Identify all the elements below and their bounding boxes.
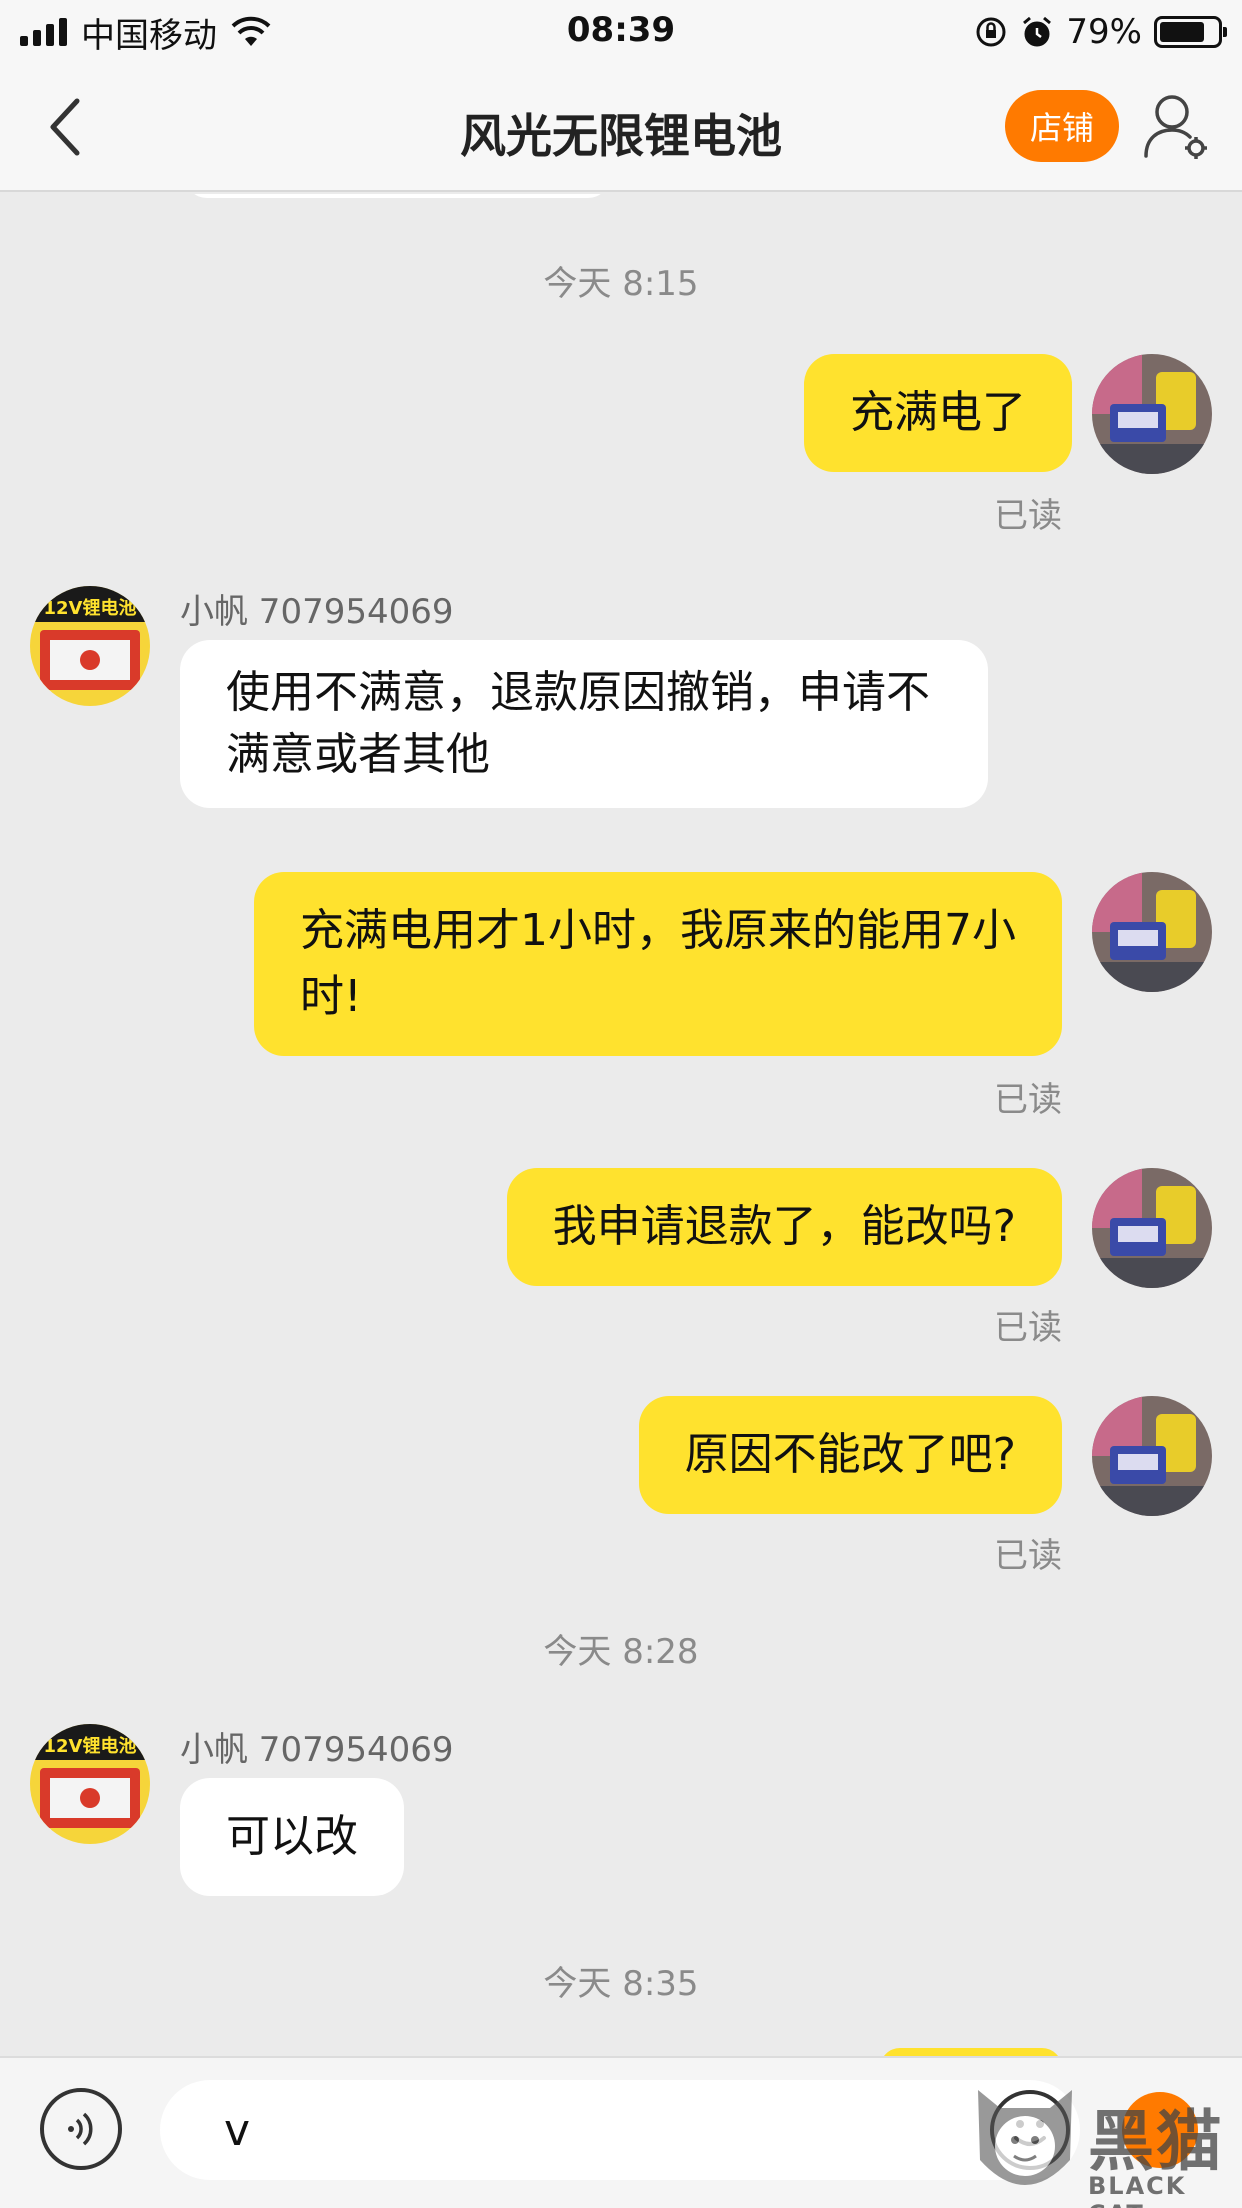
read-status: 已读 — [994, 1536, 1062, 1576]
read-status: 已读 — [994, 1080, 1062, 1120]
battery-fill — [1160, 22, 1205, 42]
timestamp: 今天 8:15 — [543, 264, 699, 304]
shop-button[interactable]: 店铺 — [1005, 90, 1119, 162]
user-avatar-image — [1092, 1168, 1212, 1288]
message-bubble-other[interactable]: 可以改 — [180, 1778, 404, 1896]
user-avatar[interactable] — [1092, 1168, 1212, 1288]
user-avatar-image — [1092, 1396, 1212, 1516]
user-settings-icon — [1144, 95, 1207, 159]
shop-avatar-image: 12V锂电池 — [30, 1724, 150, 1844]
sender-name: 小帆 707954069 — [180, 1730, 454, 1770]
user-avatar[interactable] — [1092, 354, 1212, 474]
shop-avatar[interactable]: 12V锂电池 — [30, 586, 150, 706]
status-right: 79% — [974, 10, 1227, 54]
previous-message-bubble — [185, 194, 610, 198]
battery-icon — [1154, 16, 1227, 48]
message-bubble-self[interactable]: 原因不能改了吧? — [638, 1396, 1062, 1514]
user-avatar-image — [1092, 354, 1212, 474]
message-bubble-self[interactable]: 我申请退款了，能改吗? — [506, 1168, 1062, 1286]
message-input[interactable] — [160, 2080, 1080, 2180]
black-cat-logo-icon — [978, 2090, 1072, 2185]
read-status: 已读 — [994, 1308, 1062, 1348]
voice-icon — [68, 2112, 93, 2146]
user-avatar[interactable] — [1092, 1396, 1212, 1516]
shop-avatar-text: 12V锂电池 — [44, 597, 137, 619]
shop-avatar[interactable]: 12V锂电池 — [30, 1724, 150, 1844]
message-bubble-other[interactable]: 使用不满意，退款原因撤销，申请不满意或者其他 — [180, 640, 988, 808]
user-avatar[interactable] — [1092, 872, 1212, 992]
profile-settings-button[interactable] — [1140, 90, 1214, 164]
watermark-text: 黑猫 — [1088, 2103, 1224, 2180]
nav-bar: 风光无限锂电池 店铺 — [0, 62, 1242, 192]
voice-button[interactable] — [40, 2088, 122, 2170]
read-status: 已读 — [994, 496, 1062, 536]
timestamp: 今天 8:35 — [543, 1964, 699, 2004]
alarm-icon — [1023, 16, 1052, 47]
message-bubble-self[interactable]: 充满电用才1小时，我原来的能用7小时! — [254, 872, 1062, 1056]
message-bubble-self-partial[interactable] — [880, 2048, 1062, 2056]
status-bar: 中国移动 08:39 79% — [0, 0, 1242, 62]
chat-messages[interactable]: 今天 8:15 充满电了 已读 12V锂电池 小帆 707954069 使用不满… — [0, 194, 1242, 2056]
watermark: 黑猫 BLACK CAT — [970, 2080, 1242, 2208]
message-bubble-self[interactable]: 充满电了 — [804, 354, 1072, 472]
orientation-lock-icon — [976, 17, 1006, 47]
sender-name: 小帆 707954069 — [180, 592, 454, 632]
shop-avatar-text: 12V锂电池 — [44, 1735, 137, 1757]
timestamp: 今天 8:28 — [543, 1632, 699, 1672]
user-avatar-image — [1092, 872, 1212, 992]
watermark-subtext: BLACK CAT — [1088, 2172, 1187, 2208]
shop-avatar-image: 12V锂电池 — [30, 586, 150, 706]
battery-percent: 79% — [1066, 12, 1142, 52]
